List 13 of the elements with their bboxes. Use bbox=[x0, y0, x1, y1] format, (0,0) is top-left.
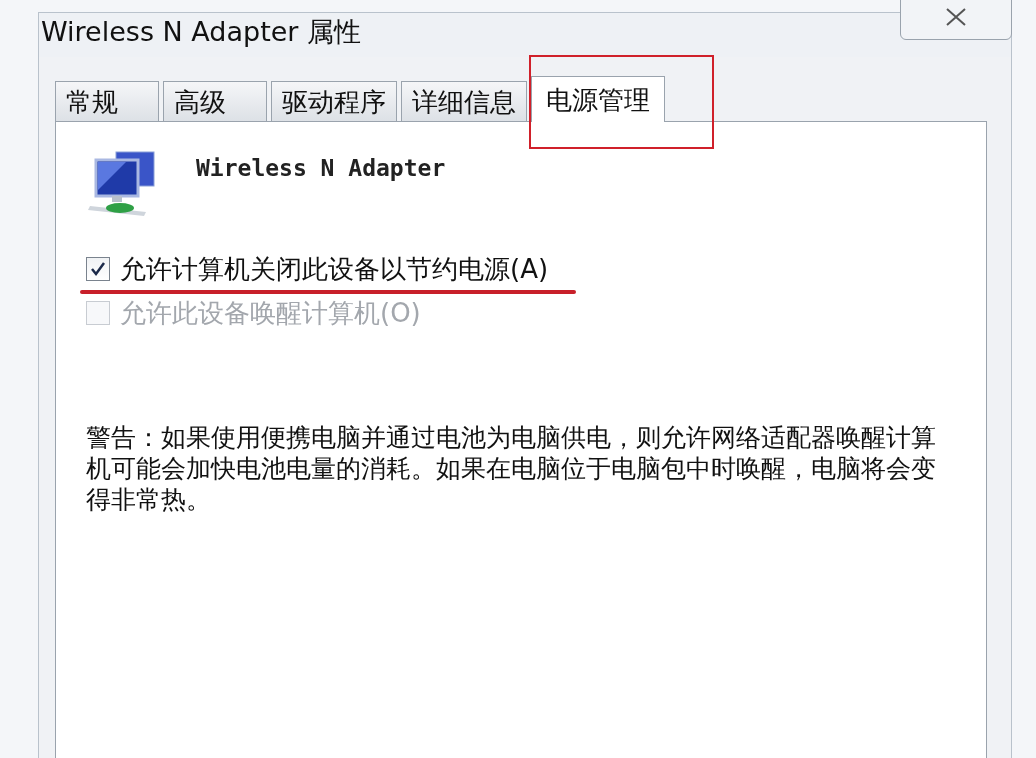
tab[interactable]: 详细信息 bbox=[401, 81, 527, 121]
tab[interactable]: 电源管理 bbox=[531, 76, 665, 122]
tab[interactable]: 常规 bbox=[55, 81, 159, 121]
close-button[interactable] bbox=[900, 0, 1012, 40]
check-icon bbox=[89, 260, 107, 278]
checkbox-label: 允许此设备唤醒计算机(O) bbox=[120, 297, 421, 330]
tab[interactable]: 驱动程序 bbox=[271, 81, 397, 121]
tab[interactable]: 高级 bbox=[163, 81, 267, 121]
warning-text: 警告：如果使用便携电脑并通过电池为电脑供电，则允许网络适配器唤醒计算机可能会加快电池电量的消耗。如果在电脑位于电脑包中时唤醒，电脑将会变得非常热。 bbox=[86, 422, 937, 515]
device-name: Wireless N Adapter bbox=[196, 154, 446, 183]
window-title: Wireless N Adapter 属性 bbox=[40, 15, 362, 49]
checkbox-label: 允许计算机关闭此设备以节约电源(A) bbox=[120, 253, 549, 286]
checkbox[interactable] bbox=[86, 257, 110, 281]
